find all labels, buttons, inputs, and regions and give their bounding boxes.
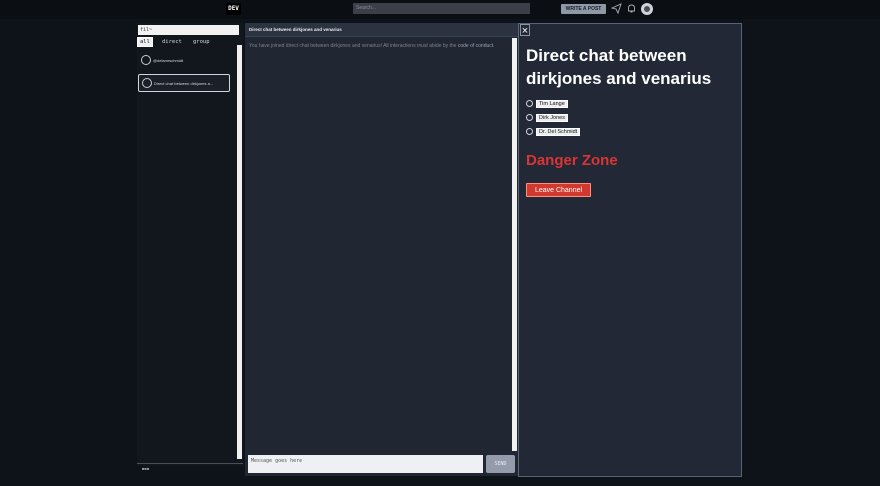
notice-emphasis: must <box>416 43 428 49</box>
notice-text-mid: abide by the <box>427 43 458 49</box>
sidebar-footer: ■■■ <box>142 466 150 471</box>
send-button[interactable]: SEND <box>486 455 515 473</box>
message-input[interactable]: Message goes here <box>248 455 483 473</box>
notification-bell-icon <box>628 4 635 13</box>
tab-group[interactable]: group <box>193 38 210 46</box>
connect-icon[interactable] <box>610 3 622 15</box>
member-item[interactable]: Tim Lange <box>526 100 568 109</box>
bell-icon[interactable] <box>626 3 637 15</box>
member-name: Tim Lange <box>536 100 568 108</box>
channel-filter-input[interactable]: fil~ <box>138 25 239 35</box>
chat-title: Direct chat between dirkjones and venari… <box>249 27 342 32</box>
chat-header[interactable]: Direct chat between dirkjones and venari… <box>245 23 519 37</box>
danger-zone-heading: Danger Zone <box>526 152 618 169</box>
member-item[interactable]: Dirk Jones <box>526 114 568 123</box>
chat-join-notice: You have joined direct chat between dirk… <box>249 42 495 50</box>
code-of-conduct-link[interactable]: code of conduct <box>458 43 493 49</box>
member-name: Dirk Jones <box>536 114 568 122</box>
write-post-button[interactable]: WRITE A POST <box>561 4 606 14</box>
user-avatar[interactable] <box>641 3 653 15</box>
chat-panel: Direct chat between dirkjones and venari… <box>245 23 519 476</box>
member-name: Dr. Del Schmidt <box>536 128 581 136</box>
tab-all[interactable]: all <box>137 37 153 47</box>
notice-text-end: . <box>493 43 495 49</box>
dev-logo[interactable]: DEV <box>226 3 241 15</box>
notice-text: You have joined direct chat between dirk… <box>249 43 417 49</box>
group-avatar-icon <box>142 78 152 88</box>
sidebar-scrollbar[interactable] <box>237 45 242 459</box>
channel-details-panel: × Direct chat between dirkjones and vena… <box>518 23 742 477</box>
details-title: Direct chat between dirkjones and venari… <box>526 46 712 88</box>
chat-scrollbar[interactable] <box>512 38 517 451</box>
conversation-label: @delamrschmidt <box>153 58 184 63</box>
search-input[interactable]: Search... <box>353 3 530 14</box>
member-item[interactable]: Dr. Del Schmidt <box>526 128 581 137</box>
sidebar-divider <box>137 463 243 464</box>
user-avatar-icon <box>141 55 151 65</box>
top-navbar: DEV Search... WRITE A POST <box>0 0 880 19</box>
member-avatar-icon <box>526 100 533 108</box>
tab-direct[interactable]: direct <box>162 38 182 46</box>
conversation-item[interactable]: @delamrschmidt <box>138 52 230 70</box>
conversation-item-selected[interactable]: Direct chat between dirkjones a... <box>138 74 230 92</box>
close-details-button[interactable]: × <box>520 24 530 37</box>
member-avatar-icon <box>526 128 533 136</box>
conversation-sidebar: fil~ all direct group @delamrschmidt Dir… <box>137 23 243 466</box>
paper-plane-icon <box>610 3 622 15</box>
conversation-label: Direct chat between dirkjones a... <box>154 81 214 86</box>
member-avatar-icon <box>526 114 533 122</box>
leave-channel-button[interactable]: Leave Channel <box>526 183 591 197</box>
